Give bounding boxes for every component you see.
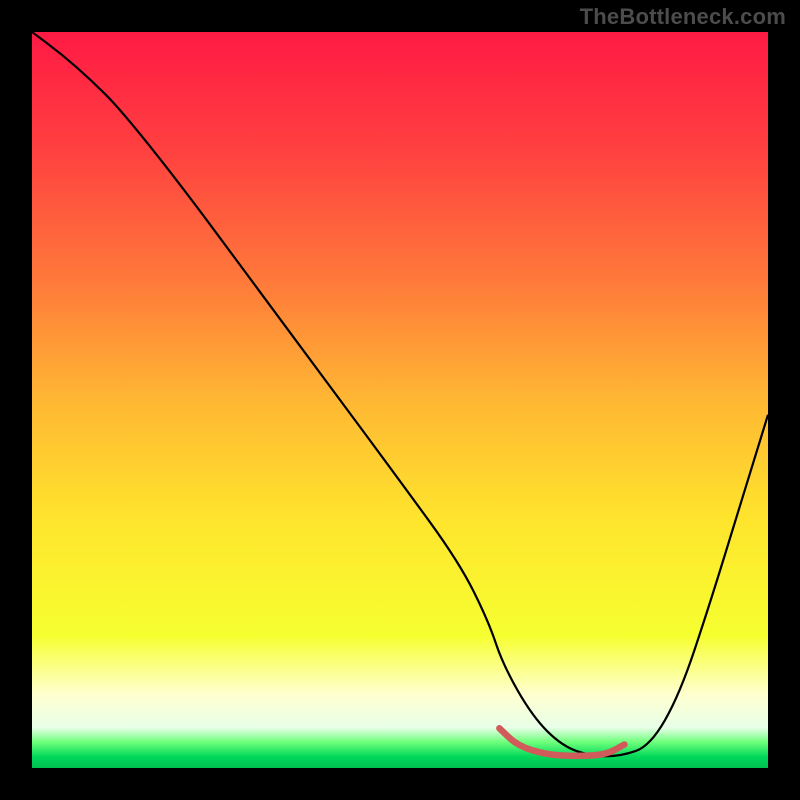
chart-container: TheBottleneck.com bbox=[0, 0, 800, 800]
plot-background bbox=[32, 32, 768, 768]
watermark-label: TheBottleneck.com bbox=[580, 4, 786, 30]
gradient-rect bbox=[32, 32, 768, 768]
